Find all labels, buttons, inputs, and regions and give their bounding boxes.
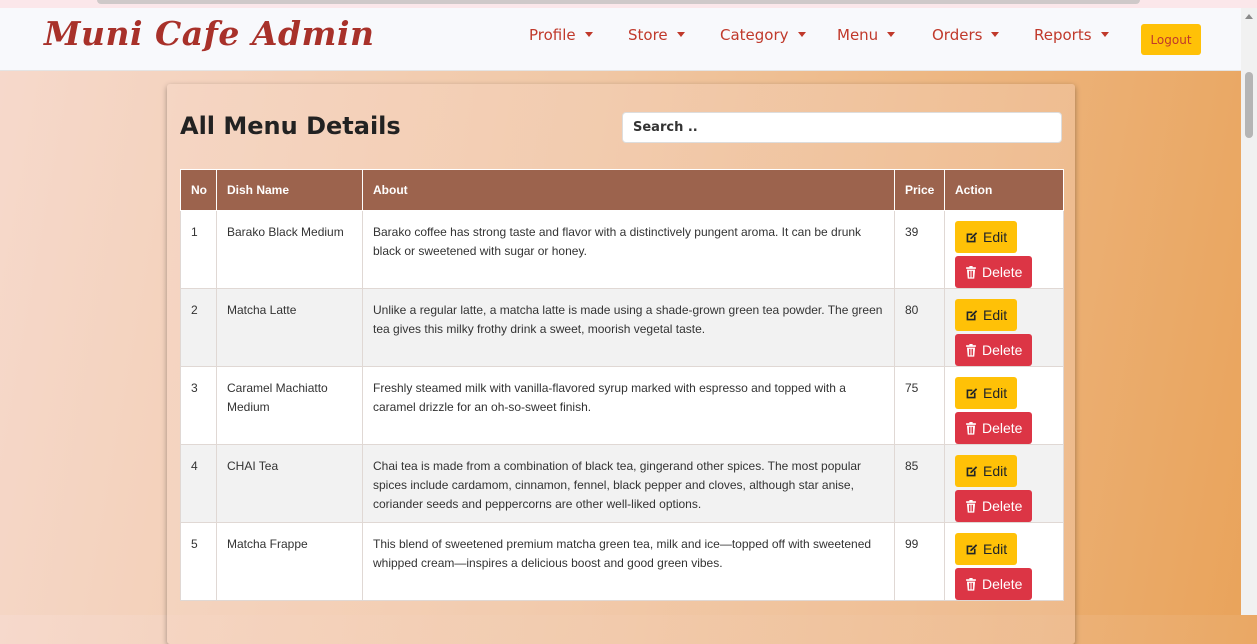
browser-top-strip (0, 0, 1257, 8)
cell-price: 39 (894, 210, 945, 289)
caret-down-icon (1100, 32, 1109, 37)
nav-store[interactable]: Store (628, 26, 685, 44)
cell-about: Chai tea is made from a combination of b… (362, 444, 895, 523)
caret-down-icon (584, 32, 593, 37)
trash-icon (966, 499, 976, 513)
cell-action: Edit Delete (944, 288, 1064, 367)
cell-dish-name: CHAI Tea (216, 444, 363, 523)
header-action: Action (944, 169, 1064, 211)
menu-table: No Dish Name About Price Action 1 Barako … (180, 169, 1064, 601)
caret-down-icon (991, 32, 1000, 37)
delete-button[interactable]: Delete (955, 334, 1033, 366)
cell-price: 85 (894, 444, 945, 523)
trash-icon (966, 421, 976, 435)
cell-action: Edit Delete (944, 444, 1064, 523)
edit-button[interactable]: Edit (955, 221, 1018, 253)
table-row: 5 Matcha Frappe This blend of sweetened pr… (180, 522, 1064, 601)
delete-button[interactable]: Delete (955, 568, 1033, 600)
trash-icon (966, 265, 976, 279)
header-no: No (180, 169, 217, 211)
cell-about: Freshly steamed milk with vanilla-flavor… (362, 366, 895, 445)
cell-dish-name: Matcha Latte (216, 288, 363, 367)
scrollbar-thumb[interactable] (1245, 72, 1253, 138)
edit-icon (966, 543, 978, 554)
cell-action: Edit Delete (944, 366, 1064, 445)
scroll-up-arrow-icon[interactable] (1245, 14, 1253, 19)
delete-button[interactable]: Delete (955, 412, 1033, 444)
cell-price: 80 (894, 288, 945, 367)
menu-details-card: All Menu Details No Dish Name About Pric… (167, 84, 1075, 644)
edit-button[interactable]: Edit (955, 299, 1018, 331)
edit-button[interactable]: Edit (955, 377, 1018, 409)
header-price: Price (894, 169, 945, 211)
cell-dish-name: Caramel Machiatto Medium (216, 366, 363, 445)
nav-orders[interactable]: Orders (932, 26, 1000, 44)
header-dish-name: Dish Name (216, 169, 363, 211)
header-about: About (362, 169, 895, 211)
edit-icon (966, 309, 978, 320)
table-row: 3 Caramel Machiatto Medium Freshly steamed… (180, 366, 1064, 445)
edit-icon (966, 231, 978, 242)
cell-action: Edit Delete (944, 522, 1064, 601)
edit-button[interactable]: Edit (955, 533, 1018, 565)
table-row: 2 Matcha Latte Unlike a regular latte, a m… (180, 288, 1064, 367)
cell-about: Unlike a regular latte, a matcha latte i… (362, 288, 895, 367)
delete-button[interactable]: Delete (955, 490, 1033, 522)
nav-menu[interactable]: Menu (837, 26, 896, 44)
cell-dish-name: Barako Black Medium (216, 210, 363, 289)
cell-about: This blend of sweetened premium matcha g… (362, 522, 895, 601)
delete-button[interactable]: Delete (955, 256, 1033, 288)
cell-no: 2 (180, 288, 217, 367)
caret-down-icon (676, 32, 685, 37)
cell-about: Barako coffee has strong taste and flavo… (362, 210, 895, 289)
nav-category[interactable]: Category (720, 26, 806, 44)
table-row: 1 Barako Black Medium Barako coffee has st… (180, 210, 1064, 289)
trash-icon (966, 343, 976, 357)
logout-button[interactable]: Logout (1141, 24, 1201, 55)
search-input[interactable] (622, 112, 1062, 143)
cell-no: 5 (180, 522, 217, 601)
table-header-row: No Dish Name About Price Action (180, 169, 1064, 211)
navbar: Muni Cafe Admin Profile Store Category M… (0, 8, 1241, 71)
cell-action: Edit Delete (944, 210, 1064, 289)
page-scrollbar[interactable] (1241, 8, 1257, 615)
cell-no: 4 (180, 444, 217, 523)
caret-down-icon (797, 32, 806, 37)
cell-no: 3 (180, 366, 217, 445)
edit-icon (966, 387, 978, 398)
nav-profile[interactable]: Profile (529, 26, 593, 44)
caret-down-icon (887, 32, 896, 37)
cell-price: 99 (894, 522, 945, 601)
nav-reports[interactable]: Reports (1034, 26, 1109, 44)
page-title: All Menu Details (180, 112, 401, 140)
edit-icon (966, 465, 978, 476)
cell-dish-name: Matcha Frappe (216, 522, 363, 601)
cell-no: 1 (180, 210, 217, 289)
table-row: 4 CHAI Tea Chai tea is made from a combina… (180, 444, 1064, 523)
table-body: 1 Barako Black Medium Barako coffee has st… (180, 210, 1064, 601)
trash-icon (966, 577, 976, 591)
cell-price: 75 (894, 366, 945, 445)
brand-logo[interactable]: Muni Cafe Admin (44, 14, 375, 53)
edit-button[interactable]: Edit (955, 455, 1018, 487)
